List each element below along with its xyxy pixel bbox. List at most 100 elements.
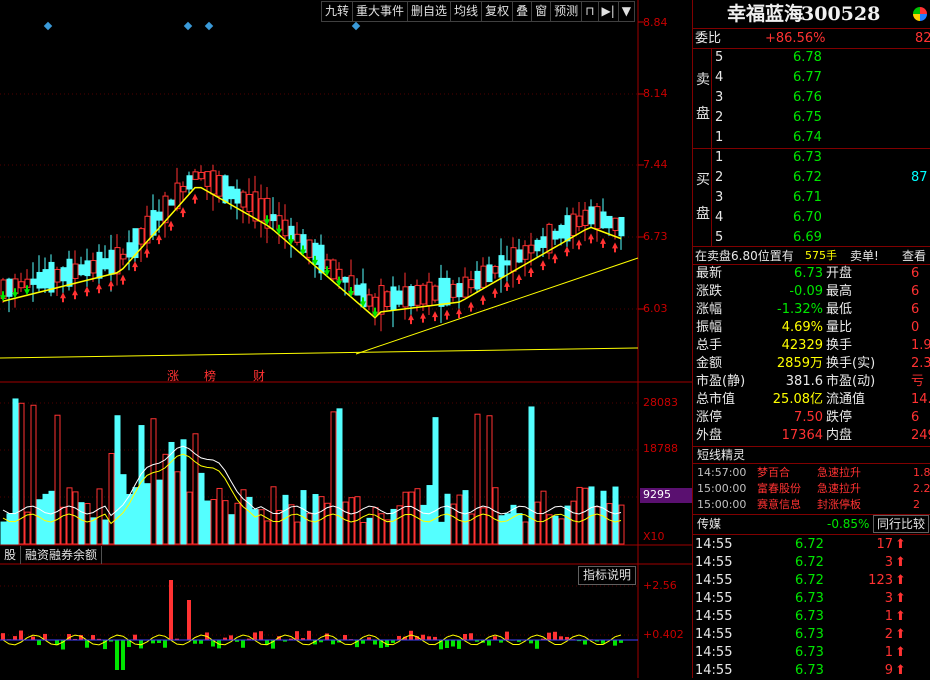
- chart-marker[interactable]: 涨: [167, 367, 179, 384]
- sell-price: 6.75: [793, 109, 822, 127]
- candle-body: [193, 172, 198, 180]
- buy-arrow-icon: [516, 274, 522, 284]
- tab-margin-balance[interactable]: 融资融券余额: [21, 546, 102, 564]
- volume-bar: [439, 522, 444, 544]
- volume-bar: [367, 518, 372, 544]
- volume-bar: [73, 492, 78, 544]
- volume-bar: [619, 505, 624, 544]
- volume-bar: [289, 505, 294, 544]
- candle-body: [229, 187, 234, 199]
- candle-body: [595, 207, 600, 229]
- tab-stock[interactable]: 股: [0, 546, 21, 564]
- buy-arrow-icon: [144, 248, 150, 258]
- candle-body: [541, 237, 546, 248]
- buy-arrow-icon: [552, 253, 558, 263]
- elf-e: 急速拉升: [817, 481, 861, 497]
- stock-name: 幸福蓝海: [727, 0, 803, 28]
- indicator-bar: [133, 635, 137, 640]
- volume-bar: [217, 488, 222, 544]
- volume-bar: [235, 503, 240, 544]
- candle-body: [343, 277, 348, 282]
- quote-value: 2859万: [763, 355, 823, 373]
- buy-arrow-icon: [468, 302, 474, 312]
- sell-price: 6.76: [793, 89, 822, 107]
- volume-bar: [475, 414, 480, 544]
- candle-body: [85, 261, 90, 276]
- notice-link[interactable]: 查看: [902, 247, 926, 265]
- volume-bar: [79, 503, 84, 544]
- toolbar-button[interactable]: ▶|: [598, 1, 619, 22]
- candle-body: [517, 250, 522, 262]
- up-arrow-icon: ⬆: [895, 644, 906, 662]
- volume-bar: [145, 484, 150, 544]
- pie-icon[interactable]: [913, 7, 927, 21]
- quote-label: 内盘: [826, 427, 852, 445]
- buy-arrow-icon: [84, 286, 90, 296]
- candle-body: [571, 214, 576, 235]
- toolbar-button[interactable]: 九转: [321, 1, 353, 22]
- quote-value: 25.08亿: [763, 391, 823, 409]
- notice-qty: 575手: [805, 247, 837, 265]
- peer-compare-button[interactable]: 同行比较: [873, 515, 929, 533]
- elf-item[interactable]: 15:00:00赛意信息封涨停板2: [693, 497, 930, 513]
- up-arrow-icon: ⬆: [895, 662, 906, 680]
- toolbar-button[interactable]: 预测: [550, 1, 582, 22]
- quote-value: 249: [911, 427, 930, 445]
- buy-arrow-icon: [132, 261, 138, 271]
- toolbar-button[interactable]: ⊓: [581, 1, 598, 22]
- volume-bar: [151, 419, 156, 544]
- candle-body: [367, 295, 372, 306]
- elf-item[interactable]: 14:57:00梦百合急速拉升1.8: [693, 465, 930, 481]
- sell-level: 5: [715, 49, 723, 67]
- buy-price: 6.73: [793, 149, 822, 167]
- candle-body: [559, 225, 564, 238]
- candle-body: [127, 243, 132, 257]
- kline-chart-area[interactable]: 九转重大事件删自选均线复权叠窗预测⊓▶|▼ 8.84 8.14 7.44 6.7…: [0, 0, 692, 678]
- chart-marker[interactable]: 榜: [204, 367, 216, 384]
- toolbar-button[interactable]: 重大事件: [352, 1, 408, 22]
- candle-body: [319, 245, 324, 273]
- volume-bar: [607, 504, 612, 544]
- volume-bar: [409, 492, 414, 544]
- candle-body: [205, 172, 210, 187]
- event-diamond: [205, 22, 213, 30]
- stock-title: 幸福蓝海 300528: [693, 0, 930, 28]
- sell-level: 1: [715, 129, 723, 147]
- volume-bar: [325, 503, 330, 544]
- candle-body: [259, 199, 264, 221]
- volume-bar: [193, 434, 198, 544]
- chart-marker[interactable]: 财: [253, 367, 265, 384]
- volume-bar: [373, 508, 378, 544]
- quote-label: 换手: [826, 337, 852, 355]
- candle-body: [421, 285, 426, 304]
- quote-row: 涨幅-1.32%最低6: [693, 301, 930, 319]
- indicator-help-button[interactable]: 指标说明: [578, 566, 636, 585]
- buy-arrow-icon: [480, 295, 486, 305]
- elf-t: 14:57:00: [697, 465, 746, 481]
- quote-label: 振幅: [696, 319, 722, 337]
- quote-label: 外盘: [696, 427, 722, 445]
- toolbar-button[interactable]: 复权: [481, 1, 513, 22]
- big-order-notice[interactable]: 在卖盘6.80位置有 575手 卖单! 查看: [693, 247, 930, 265]
- toolbar-button[interactable]: ▼: [618, 1, 635, 22]
- buy-row: 16.73: [693, 149, 930, 167]
- indicator-bar: [445, 640, 449, 648]
- volume-bar: [433, 418, 438, 544]
- elf-item[interactable]: 15:00:00富春股份急速拉升2.2: [693, 481, 930, 497]
- quote-label: 涨跌: [696, 283, 722, 301]
- quote-label: 最高: [826, 283, 852, 301]
- toolbar-button[interactable]: 窗: [531, 1, 551, 22]
- tick-price: 6.73: [795, 590, 824, 608]
- toolbar-button[interactable]: 均线: [450, 1, 482, 22]
- candle-body: [271, 215, 276, 221]
- toolbar-button[interactable]: 叠: [512, 1, 532, 22]
- buy-arrow-icon: [108, 280, 114, 290]
- price-axis-label: 8.84: [643, 16, 668, 29]
- quote-label: 涨停: [696, 409, 722, 427]
- candle-body: [523, 246, 528, 260]
- tick-row: 14:556.731⬆: [693, 644, 930, 662]
- candle-body: [613, 218, 618, 230]
- toolbar-button[interactable]: 删自选: [407, 1, 451, 22]
- short-line-elf-header[interactable]: 短线精灵: [693, 447, 930, 463]
- volume-bar: [199, 473, 204, 544]
